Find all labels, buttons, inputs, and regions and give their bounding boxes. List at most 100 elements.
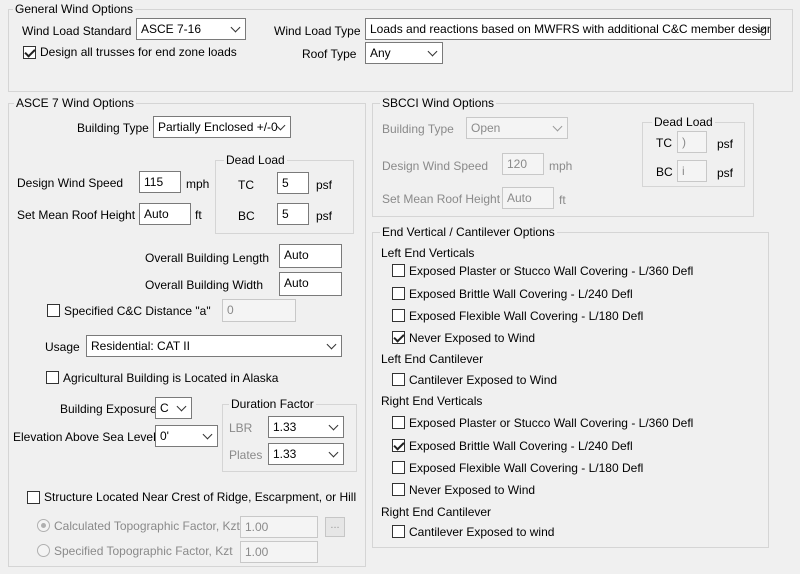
right-vertical-label-0[interactable]: Exposed Plaster or Stucco Wall Covering …: [409, 416, 693, 430]
sbcci-tc-label: TC: [656, 136, 672, 150]
sbcci-bc-label: BC: [656, 165, 673, 179]
calculated-topo-input[interactable]: 1.00: [240, 516, 318, 538]
bc-psf-label: psf: [316, 209, 333, 223]
design-all-trusses-label[interactable]: Design all trusses for end zone loads: [40, 45, 237, 59]
specified-topo-input[interactable]: 1.00: [240, 541, 318, 563]
chevron-down-icon: [427, 46, 438, 57]
speed-unit-label: mph: [186, 177, 210, 191]
asce7-wind-options-title: ASCE 7 Wind Options: [14, 96, 137, 110]
building-type-dropdown[interactable]: Partially Enclosed +/-0: [153, 116, 291, 138]
building-type-value: Partially Enclosed +/-0: [158, 120, 278, 134]
end-vertical-group: [372, 232, 769, 548]
left-vertical-label-3[interactable]: Never Exposed to Wind: [409, 331, 535, 345]
specified-cc-input[interactable]: 0: [222, 299, 296, 322]
tc-dead-load-input[interactable]: 5: [277, 172, 309, 194]
agricultural-alaska-checkbox[interactable]: [46, 371, 59, 384]
left-end-cantilever-heading: Left End Cantilever: [381, 352, 484, 366]
chevron-down-icon: [328, 447, 339, 458]
sbcci-tc-psf-label: psf: [717, 137, 734, 151]
roof-type-label: Roof Type: [302, 47, 357, 61]
left-cantilever-label[interactable]: Cantilever Exposed to Wind: [409, 373, 557, 387]
roof-type-dropdown[interactable]: Any: [365, 42, 443, 64]
left-cantilever-checkbox[interactable]: [392, 373, 405, 386]
specified-topo-radio[interactable]: [37, 544, 50, 557]
right-end-cantilever-heading: Right End Cantilever: [381, 505, 492, 519]
usage-dropdown[interactable]: Residential: CAT II: [86, 335, 342, 357]
plates-dropdown[interactable]: 1.33: [268, 443, 344, 465]
sbcci-design-wind-speed-input[interactable]: 120: [502, 153, 544, 175]
right-vertical-label-1[interactable]: Exposed Brittle Wall Covering - L/240 De…: [409, 439, 633, 453]
agricultural-alaska-label[interactable]: Agricultural Building is Located in Alas…: [63, 371, 278, 385]
sbcci-building-type-dropdown[interactable]: Open: [466, 117, 568, 139]
sbcci-mean-roof-height-input[interactable]: Auto: [502, 187, 554, 209]
left-vertical-checkbox-2[interactable]: [392, 309, 405, 322]
calculated-topo-radio[interactable]: [37, 519, 50, 532]
left-vertical-checkbox-1[interactable]: [392, 287, 405, 300]
right-vertical-checkbox-0[interactable]: [392, 416, 405, 429]
specified-topo-label: Specified Topographic Factor, Kzt: [54, 544, 233, 558]
mean-roof-height-label: Set Mean Roof Height: [17, 208, 136, 222]
wind-load-type-dropdown[interactable]: Loads and reactions based on MWFRS with …: [365, 18, 771, 40]
usage-value: Residential: CAT II: [91, 339, 190, 353]
roof-type-value: Any: [370, 46, 391, 60]
sbcci-tc-input[interactable]: ): [677, 131, 707, 153]
sbcci-speed-unit-label: mph: [549, 159, 573, 173]
crest-label[interactable]: Structure Located Near Crest of Ridge, E…: [44, 490, 356, 504]
wind-load-standard-dropdown[interactable]: ASCE 7-16: [136, 18, 246, 40]
right-cantilever-label[interactable]: Cantilever Exposed to wind: [409, 525, 554, 539]
building-type-label: Building Type: [77, 121, 149, 135]
specified-cc-checkbox[interactable]: [47, 304, 60, 317]
tc-label: TC: [238, 178, 254, 192]
sbcci-building-type-value: Open: [471, 121, 501, 135]
sbcci-mean-roof-height-label: Set Mean Roof Height: [382, 192, 501, 206]
left-vertical-checkbox-3[interactable]: [392, 331, 405, 344]
chevron-down-icon: [326, 339, 337, 350]
building-exposure-label: Building Exposure: [60, 402, 157, 416]
specified-cc-label[interactable]: Specified C&C Distance "a": [64, 304, 211, 318]
lbr-dropdown[interactable]: 1.33: [268, 416, 344, 438]
sbcci-bc-psf-label: psf: [717, 166, 734, 180]
right-cantilever-checkbox[interactable]: [392, 525, 405, 538]
design-all-trusses-checkbox[interactable]: [23, 46, 36, 59]
overall-width-input[interactable]: Auto: [279, 272, 342, 296]
left-vertical-label-2[interactable]: Exposed Flexible Wall Covering - L/180 D…: [409, 309, 643, 323]
overall-width-label: Overall Building Width: [145, 278, 264, 292]
plates-value: 1.33: [273, 447, 297, 461]
wind-load-standard-label: Wind Load Standard: [22, 24, 132, 38]
chevron-down-icon: [552, 121, 563, 132]
left-end-verticals-heading: Left End Verticals: [381, 246, 475, 260]
right-vertical-label-3[interactable]: Never Exposed to Wind: [409, 483, 535, 497]
right-vertical-checkbox-1[interactable]: [392, 439, 405, 452]
height-unit-label: ft: [195, 208, 202, 222]
building-exposure-dropdown[interactable]: C: [155, 397, 192, 419]
sbcci-dead-load-title: Dead Load: [652, 115, 715, 129]
elevation-label: Elevation Above Sea Level: [13, 430, 156, 444]
wind-load-type-value: Loads and reactions based on MWFRS with …: [370, 22, 771, 36]
chevron-down-icon: [176, 401, 187, 412]
elevation-value: 0': [160, 429, 169, 443]
sbcci-bc-input[interactable]: i: [677, 160, 707, 182]
right-end-verticals-heading: Right End Verticals: [381, 394, 483, 408]
calculate-topo-ellipsis-button[interactable]: ...: [325, 517, 345, 537]
left-vertical-label-1[interactable]: Exposed Brittle Wall Covering - L/240 De…: [409, 287, 633, 301]
overall-length-label: Overall Building Length: [145, 251, 270, 265]
design-wind-speed-input[interactable]: 115: [139, 171, 181, 193]
dead-load-title: Dead Load: [224, 153, 287, 167]
tc-psf-label: psf: [316, 178, 333, 192]
right-vertical-label-2[interactable]: Exposed Flexible Wall Covering - L/180 D…: [409, 461, 643, 475]
elevation-dropdown[interactable]: 0': [155, 425, 218, 447]
right-vertical-checkbox-3[interactable]: [392, 483, 405, 496]
building-exposure-value: C: [160, 401, 169, 415]
duration-factor-title: Duration Factor: [229, 397, 316, 411]
design-wind-speed-label: Design Wind Speed: [17, 176, 124, 190]
right-vertical-checkbox-2[interactable]: [392, 461, 405, 474]
crest-checkbox[interactable]: [27, 491, 40, 504]
left-vertical-label-0[interactable]: Exposed Plaster or Stucco Wall Covering …: [409, 264, 693, 278]
left-vertical-checkbox-0[interactable]: [392, 264, 405, 277]
lbr-value: 1.33: [273, 420, 297, 434]
wind-load-standard-value: ASCE 7-16: [141, 22, 202, 36]
bc-dead-load-input[interactable]: 5: [277, 203, 309, 225]
calculated-topo-label: Calculated Topographic Factor, Kzt: [54, 519, 240, 533]
overall-length-input[interactable]: Auto: [279, 244, 342, 268]
mean-roof-height-input[interactable]: Auto: [139, 203, 191, 225]
